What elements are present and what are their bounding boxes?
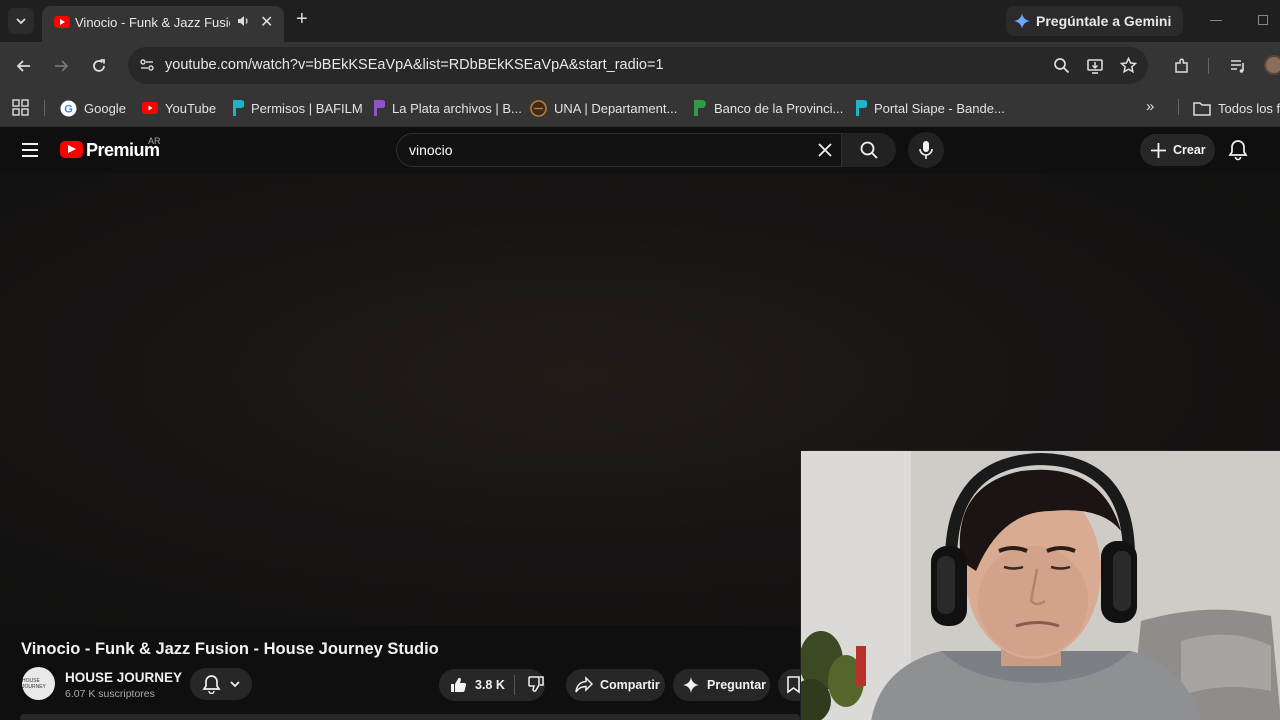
bookmark-portal-siape[interactable]: Portal Siape - Bande... [853, 97, 1005, 119]
forward-arrow-icon[interactable] [51, 56, 71, 76]
google-icon: G [60, 100, 77, 116]
gemini-label: Pregúntale a Gemini [1036, 13, 1172, 29]
speaker-icon[interactable] [236, 14, 250, 33]
ask-button[interactable]: Preguntar [673, 669, 770, 701]
banco-provincia-icon [694, 100, 706, 116]
subscription-notifications-button[interactable] [190, 668, 252, 700]
bookmark-youtube[interactable]: YouTube [142, 97, 216, 119]
like-count: 3.8 K [475, 678, 505, 692]
la-plata-icon [374, 100, 385, 116]
portal-siape-icon [856, 100, 867, 116]
share-button[interactable]: Compartir [566, 669, 665, 701]
thumbs-down-icon [528, 675, 544, 692]
chevron-down-icon [229, 681, 240, 688]
country-code: AR [148, 136, 161, 146]
site-info-icon[interactable] [138, 56, 156, 79]
toolbar-divider [1208, 58, 1209, 74]
plus-icon [1151, 142, 1166, 158]
bookmark-permisos-bafilm[interactable]: Permisos | BAFILM [230, 97, 363, 119]
bookmark-label: Permisos | BAFILM [251, 100, 363, 116]
bookmark-una[interactable]: UNA | Departament... [530, 97, 677, 119]
like-button[interactable]: 3.8 K [449, 676, 514, 694]
back-arrow-icon[interactable] [14, 56, 34, 76]
video-info-panel: Vinocio - Funk & Jazz Fusion - House Jou… [0, 625, 800, 720]
extensions-icon[interactable] [1172, 56, 1192, 76]
minimize-window-icon[interactable] [1210, 20, 1222, 21]
bookmark-la-plata[interactable]: La Plata archivos | B... [371, 97, 522, 119]
address-bar[interactable]: youtube.com/watch?v=bBEkKSEaVpA&list=RDb… [128, 47, 1148, 84]
media-controls-icon[interactable] [1228, 56, 1248, 76]
bookmark-label: Banco de la Provinci... [714, 100, 844, 116]
youtube-favicon-icon [54, 16, 70, 28]
video-title: Vinocio - Funk & Jazz Fusion - House Jou… [21, 640, 439, 658]
channel-name[interactable]: HOUSE JOURNEY [65, 670, 182, 685]
bafilm-icon [233, 100, 244, 116]
more-bookmarks-icon[interactable]: » [1146, 98, 1154, 115]
youtube-logo-icon[interactable] [60, 141, 83, 158]
maximize-window-icon[interactable] [1258, 15, 1268, 25]
close-tab-icon[interactable]: ✕ [260, 12, 273, 32]
bookmark-label: Google [84, 100, 126, 116]
notifications-bell-icon[interactable] [1228, 139, 1248, 166]
folder-icon [1193, 101, 1211, 116]
url-text: youtube.com/watch?v=bBEkKSEaVpA&list=RDb… [165, 57, 664, 73]
channel-avatar-text: HOUSE JOURNEY [22, 677, 46, 690]
profile-avatar[interactable] [1264, 55, 1280, 75]
svg-text:G: G [64, 103, 73, 115]
install-app-icon[interactable] [1086, 57, 1104, 80]
sparkle-icon [683, 677, 699, 693]
search-input[interactable]: vinocio [396, 133, 842, 167]
subscriber-count: 6.07 K suscriptores [65, 688, 155, 700]
bookmarks-bar: G Google YouTube Permisos | BAFILM La Pl… [0, 89, 1280, 127]
dislike-button[interactable] [515, 675, 545, 696]
save-button[interactable] [778, 669, 800, 701]
menu-icon[interactable] [22, 143, 38, 157]
bookmark-label: Portal Siape - Bande... [874, 100, 1005, 116]
bookmark-label: UNA | Departament... [554, 100, 678, 116]
microphone-icon [919, 141, 933, 159]
youtube-header: Premium AR vinocio Crear [0, 127, 1280, 173]
bookmark-banco-provincia[interactable]: Banco de la Provinci... [692, 97, 843, 119]
create-button[interactable]: Crear [1140, 134, 1215, 166]
active-tab[interactable]: Vinocio - Funk & Jazz Fusion ✕ [42, 6, 284, 42]
reload-icon[interactable] [89, 56, 109, 76]
channel-avatar[interactable]: HOUSE JOURNEY [22, 667, 55, 700]
share-arrow-icon [575, 676, 593, 693]
gemini-button[interactable]: Pregúntale a Gemini [1006, 6, 1184, 36]
zoom-icon[interactable] [1053, 57, 1070, 79]
bookmark-star-icon[interactable] [1119, 56, 1138, 79]
gemini-sparkle-icon [1014, 13, 1030, 29]
bookmarks-divider-right [1178, 99, 1179, 115]
bookmark-label: YouTube [165, 100, 217, 116]
all-bookmarks-folder[interactable]: Todos los fa [1193, 97, 1280, 119]
clear-search-icon[interactable] [815, 140, 835, 165]
bell-icon [201, 675, 221, 694]
browser-toolbar: youtube.com/watch?v=bBEkKSEaVpA&list=RDb… [0, 42, 1280, 89]
una-icon [530, 99, 547, 117]
share-label: Compartir [600, 678, 660, 692]
tab-title: Vinocio - Funk & Jazz Fusion [75, 15, 230, 30]
save-bookmark-icon [787, 676, 800, 694]
voice-search-button[interactable] [908, 132, 944, 168]
thumbs-up-icon [451, 677, 467, 693]
description-box-top[interactable] [20, 714, 800, 720]
create-label: Crear [1173, 143, 1206, 157]
browser-tab-bar: Vinocio - Funk & Jazz Fusion ✕ + Pregúnt… [0, 0, 1280, 42]
webcam-person-image [801, 451, 1280, 720]
tab-search-button[interactable] [8, 8, 34, 34]
youtube-icon [142, 102, 158, 114]
bookmark-google[interactable]: G Google [60, 97, 126, 119]
search-button[interactable] [842, 133, 896, 167]
bookmarks-divider [44, 100, 45, 116]
all-bookmarks-label: Todos los fa [1218, 100, 1280, 116]
like-dislike-group: 3.8 K [439, 669, 545, 701]
new-tab-button[interactable]: + [296, 9, 308, 29]
search-icon [860, 141, 878, 159]
apps-grid-icon[interactable] [12, 99, 29, 121]
webcam-overlay [800, 450, 1280, 720]
ask-label: Preguntar [707, 678, 767, 692]
search-query: vinocio [409, 142, 453, 158]
bookmark-label: La Plata archivos | B... [392, 100, 522, 116]
chevron-down-icon [16, 18, 26, 25]
